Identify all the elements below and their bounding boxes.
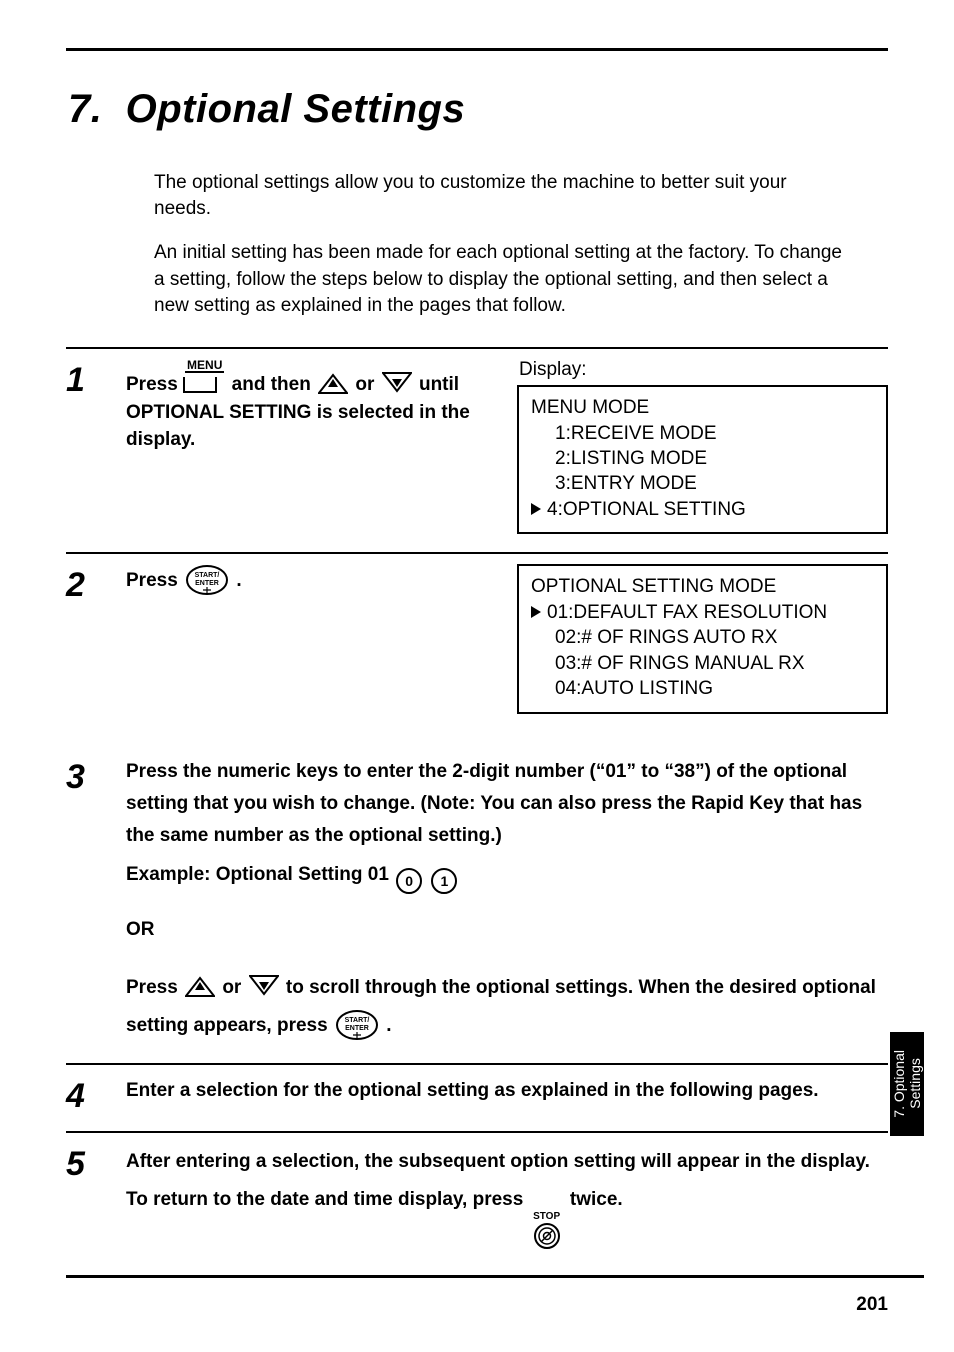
display-line: MENU MODE xyxy=(531,395,874,420)
step-number: 3 xyxy=(66,756,126,794)
page-number: 201 xyxy=(856,1294,888,1316)
step-2: 2 Press START/ENTER . OPTIONAL SETTING M… xyxy=(66,552,888,731)
stop-key-icon: STOP xyxy=(533,1212,561,1250)
display-line-selected: 4:OPTIONAL SETTING xyxy=(531,497,874,522)
svg-text:START/: START/ xyxy=(195,572,220,579)
bottom-rule xyxy=(66,1275,924,1278)
step-3-example: Example: Optional Setting 01 0 1 xyxy=(126,859,888,895)
step-1: 1 Press MENU and then or xyxy=(66,347,888,552)
display-line: 02:# OF RINGS AUTO RX xyxy=(531,625,874,650)
down-arrow-key-icon xyxy=(249,975,279,997)
or-label: OR xyxy=(126,914,888,946)
up-arrow-key-icon xyxy=(185,975,215,997)
display-line: 2:LISTING MODE xyxy=(531,446,874,471)
display-box-2: OPTIONAL SETTING MODE 01:DEFAULT FAX RES… xyxy=(517,564,888,713)
step-5-instruction: After entering a selection, the subseque… xyxy=(126,1143,888,1250)
step-3-alt: Press or to scroll through the optional … xyxy=(126,969,888,1045)
step-3-text: Press the numeric keys to enter the 2-di… xyxy=(126,756,888,853)
display-line: 03:# OF RINGS MANUAL RX xyxy=(531,651,874,676)
display-line: 04:AUTO LISTING xyxy=(531,676,874,701)
down-arrow-key-icon xyxy=(382,372,412,394)
side-tab-label: 7. Optional Settings xyxy=(891,1050,923,1118)
step-3-instruction: Press the numeric keys to enter the 2-di… xyxy=(126,756,888,1045)
intro-paragraph-1: The optional settings allow you to custo… xyxy=(154,170,848,222)
up-arrow-key-icon xyxy=(318,372,348,394)
numeric-key-0-icon: 0 xyxy=(396,868,422,894)
svg-text:ENTER: ENTER xyxy=(345,1025,369,1032)
step-1-instruction: Press MENU and then or until OPTIONAL SE… xyxy=(126,359,497,534)
step-4: 4 Enter a selection for the optional set… xyxy=(66,1063,888,1131)
step-4-instruction: Enter a selection for the optional setti… xyxy=(126,1075,888,1107)
chapter-number: 7. xyxy=(68,87,102,131)
step-number: 5 xyxy=(66,1143,126,1181)
svg-text:ENTER: ENTER xyxy=(195,580,219,587)
menu-key-icon: MENU xyxy=(183,359,226,398)
step-2-instruction: Press START/ENTER . xyxy=(126,564,497,713)
step-2-display: OPTIONAL SETTING MODE 01:DEFAULT FAX RES… xyxy=(517,564,888,713)
chapter-title: 7. Optional Settings xyxy=(68,87,888,132)
display-box-1: MENU MODE 1:RECEIVE MODE 2:LISTING MODE … xyxy=(517,385,888,534)
display-label: Display: xyxy=(519,359,888,381)
display-line: 3:ENTRY MODE xyxy=(531,471,874,496)
display-line: 1:RECEIVE MODE xyxy=(531,421,874,446)
step-number: 4 xyxy=(66,1075,126,1113)
manual-page: 7. Optional Settings The optional settin… xyxy=(0,0,954,1352)
numeric-key-1-icon: 1 xyxy=(431,868,457,894)
side-tab: 7. Optional Settings xyxy=(890,1032,924,1136)
chapter-title-text: Optional Settings xyxy=(126,87,466,131)
step-number: 1 xyxy=(66,359,126,397)
display-line: OPTIONAL SETTING MODE xyxy=(531,574,874,599)
top-rule xyxy=(66,48,888,51)
steps-list: 1 Press MENU and then or xyxy=(66,347,888,1268)
start-enter-key-icon: START/ENTER xyxy=(185,564,229,596)
step-3: 3 Press the numeric keys to enter the 2-… xyxy=(66,746,888,1063)
display-line-selected: 01:DEFAULT FAX RESOLUTION xyxy=(531,600,874,625)
intro-paragraph-2: An initial setting has been made for eac… xyxy=(154,240,848,319)
start-enter-key-icon: START/ENTER xyxy=(335,1009,379,1041)
cursor-arrow-icon xyxy=(531,606,541,618)
step-1-display: Display: MENU MODE 1:RECEIVE MODE 2:LIST… xyxy=(517,359,888,534)
step-5: 5 After entering a selection, the subseq… xyxy=(66,1131,888,1268)
step-number: 2 xyxy=(66,564,126,602)
cursor-arrow-icon xyxy=(531,503,541,515)
svg-text:START/: START/ xyxy=(345,1017,370,1024)
